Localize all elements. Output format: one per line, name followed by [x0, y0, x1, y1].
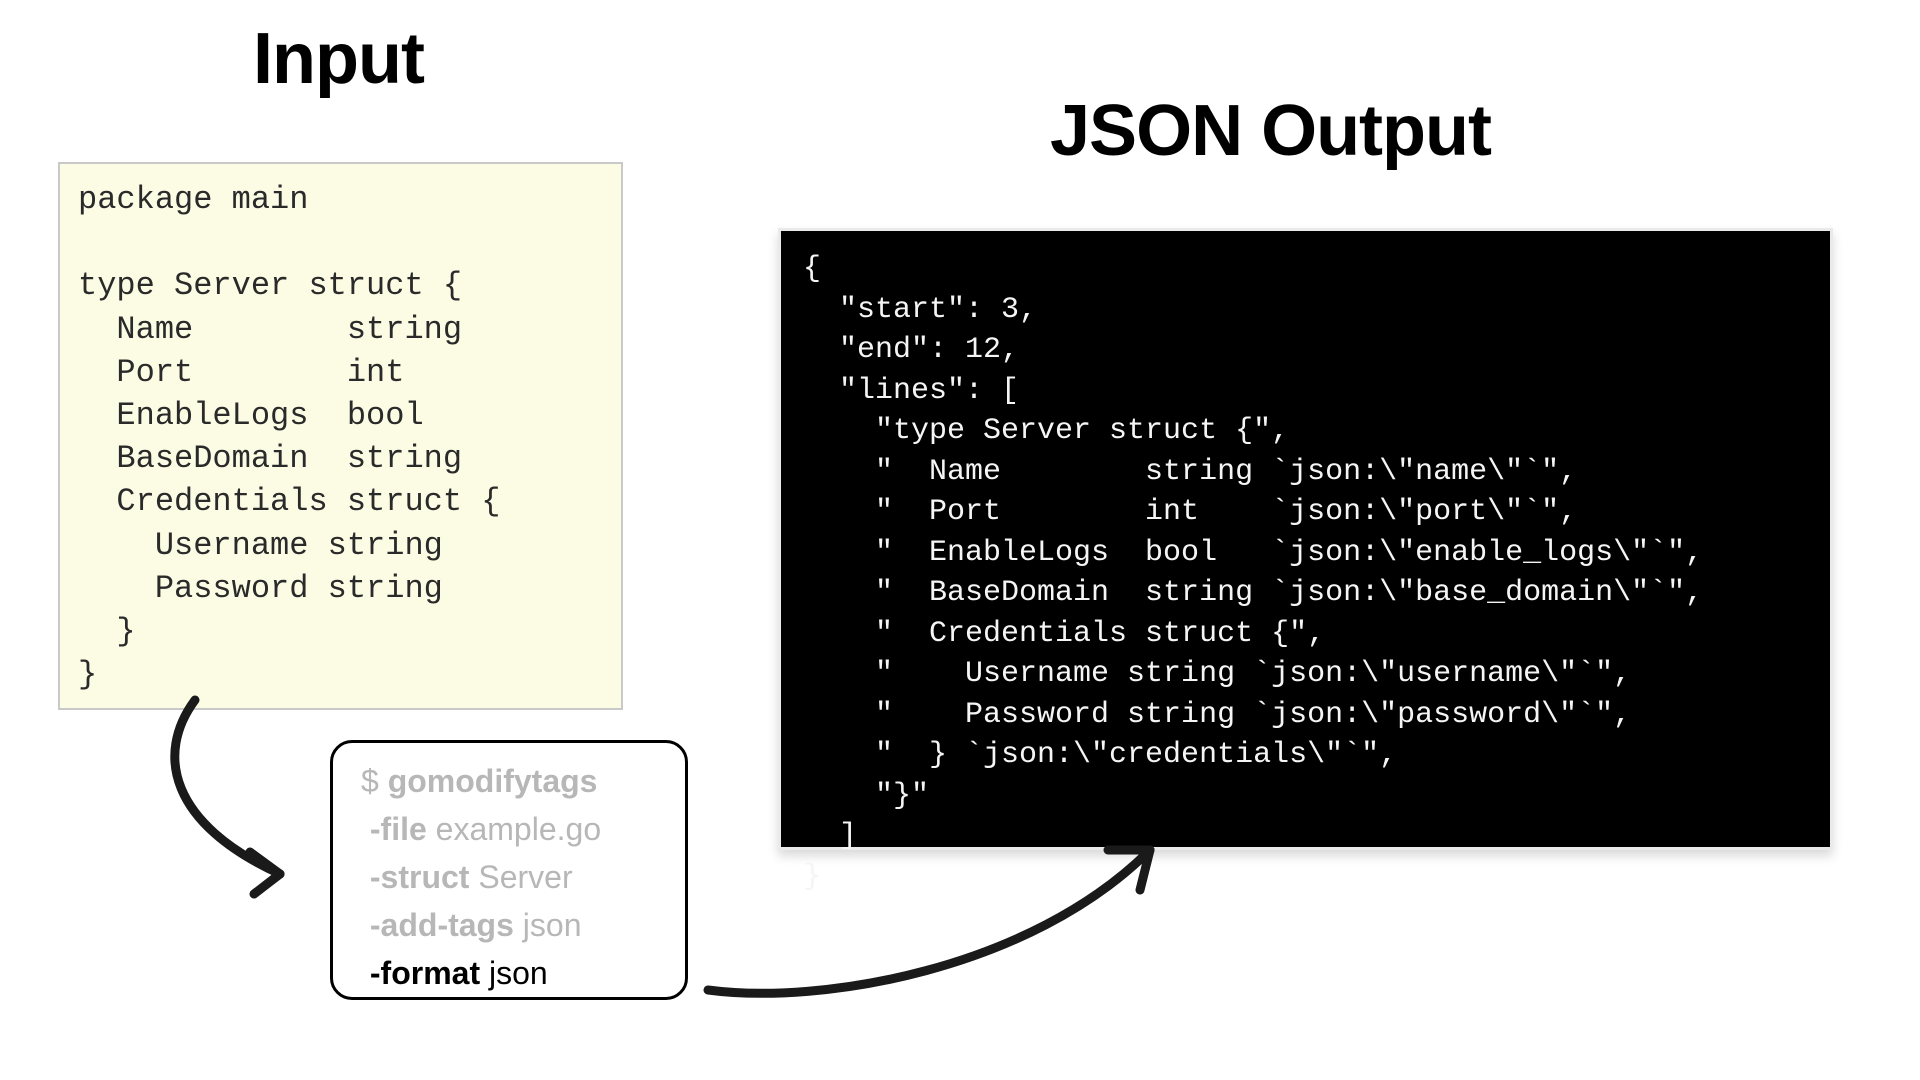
input-code-block: package main type Server struct { Name s…	[58, 162, 623, 710]
output-heading: JSON Output	[1050, 90, 1491, 172]
flag-value: Server	[478, 859, 572, 895]
diagram-stage: Input JSON Output package main type Serv…	[0, 0, 1920, 1080]
command-binary: gomodifytags	[388, 763, 598, 799]
arrow-input-to-command	[130, 694, 320, 904]
flag-value: json	[523, 907, 582, 943]
input-heading: Input	[253, 18, 424, 100]
prompt-symbol: $	[361, 763, 388, 799]
command-line-flag-format: -format json	[361, 949, 663, 997]
flag-name: -struct	[370, 859, 470, 895]
flag-name: -add-tags	[370, 907, 514, 943]
flag-value: json	[489, 955, 548, 991]
command-line-flag-file: -file example.go	[361, 805, 663, 853]
flag-name: -format	[370, 955, 480, 991]
flag-value: example.go	[436, 811, 601, 847]
command-line-bin: $ gomodifytags	[361, 757, 663, 805]
command-line-flag-add-tags: -add-tags json	[361, 901, 663, 949]
flag-name: -file	[370, 811, 427, 847]
output-code-block: { "start": 3, "end": 12, "lines": [ "typ…	[778, 228, 1833, 850]
command-line-flag-struct: -struct Server	[361, 853, 663, 901]
command-box: $ gomodifytags -file example.go -struct …	[330, 740, 688, 1000]
